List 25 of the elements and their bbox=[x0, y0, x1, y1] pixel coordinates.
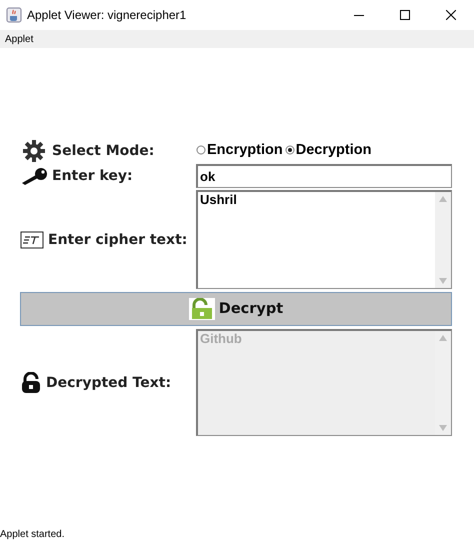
status-text: Applet started. bbox=[0, 529, 64, 540]
close-icon bbox=[446, 10, 456, 20]
key-icon bbox=[20, 166, 48, 186]
text-area[interactable]: Ushril bbox=[196, 190, 452, 289]
window-title: Applet Viewer: vignerecipher1 bbox=[27, 8, 188, 22]
scroll-down-icon bbox=[439, 425, 447, 431]
padlock-icon bbox=[188, 298, 215, 320]
key-field[interactable]: ok bbox=[196, 164, 452, 188]
radio-option[interactable]: Decryption bbox=[284, 142, 372, 158]
field-label: Enter key: bbox=[52, 168, 133, 184]
scroll-down-icon bbox=[439, 278, 447, 284]
app-icon bbox=[6, 7, 22, 23]
scroll-up-icon bbox=[439, 335, 447, 341]
field-label: Enter cipher text: bbox=[48, 232, 188, 248]
text-box-icon bbox=[20, 230, 44, 248]
field-label: Select Mode: bbox=[52, 143, 154, 159]
scroll-up-icon bbox=[439, 196, 447, 202]
radio-option[interactable]: Encryption bbox=[196, 142, 283, 158]
padlock-icon bbox=[20, 372, 42, 394]
gear-icon bbox=[20, 140, 48, 162]
field-label: Decrypted Text: bbox=[46, 374, 172, 390]
maximize-icon bbox=[400, 10, 410, 20]
scrollbar[interactable] bbox=[435, 192, 451, 288]
menu-item[interactable]: Applet bbox=[0, 34, 38, 44]
decrypt-button[interactable]: Decrypt bbox=[20, 292, 452, 326]
